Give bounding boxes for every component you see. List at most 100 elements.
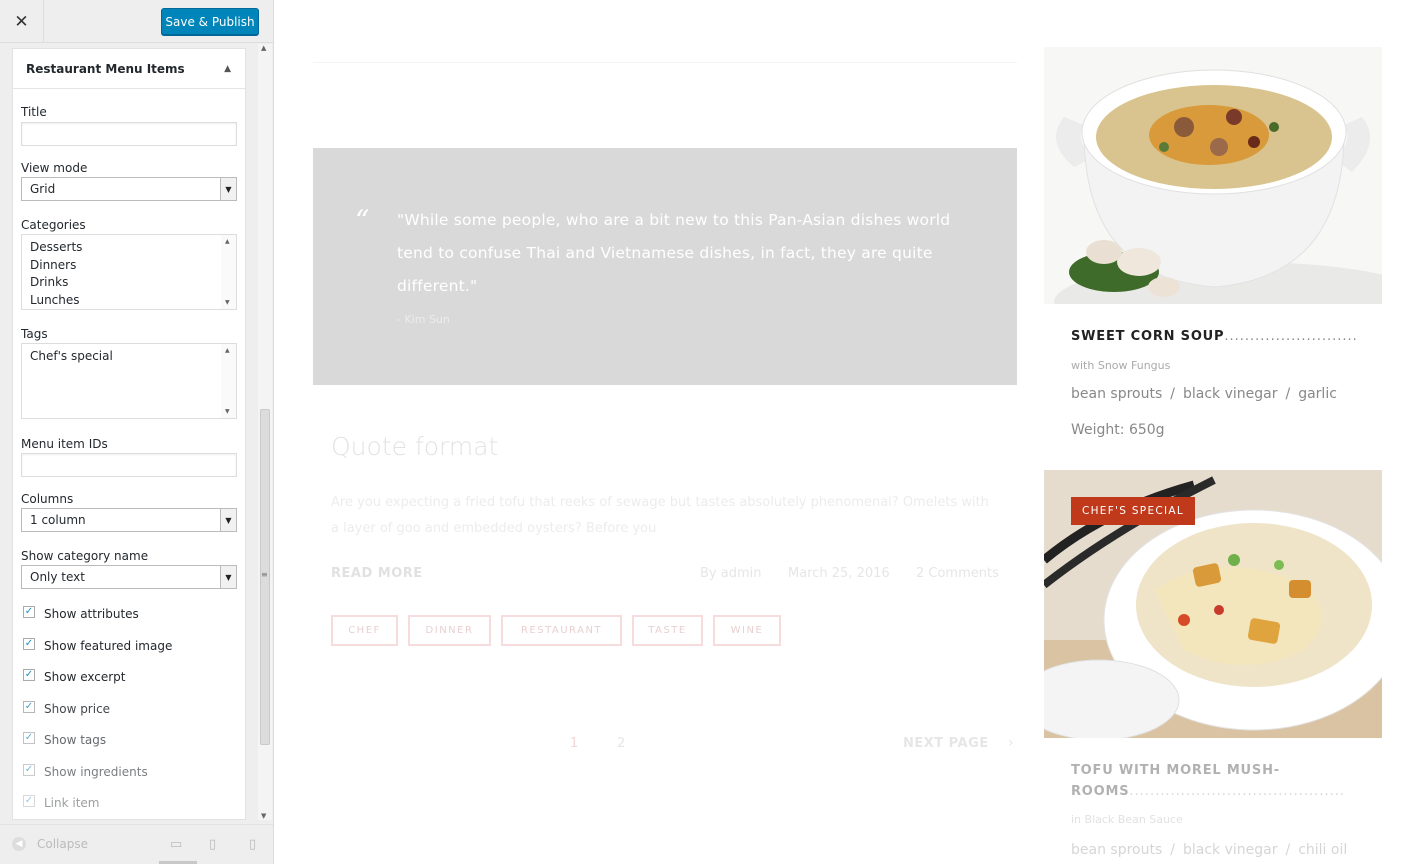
- categories-label: Categories: [21, 218, 86, 232]
- separator: /: [1285, 386, 1291, 402]
- chevron-down-icon[interactable]: ▼: [220, 509, 236, 531]
- customizer-sidebar: ✕ Save & Publish Restaurant Menu Items ▲…: [0, 0, 274, 864]
- customizer-header: ✕ Save & Publish: [0, 0, 273, 43]
- separator: /: [1285, 842, 1291, 858]
- menu-item-name[interactable]: TOFU WITH MOREL MUSH- ROOMS..............…: [1071, 760, 1344, 802]
- collapse-label: Collapse: [37, 837, 88, 851]
- post-author[interactable]: By admin: [700, 566, 761, 581]
- checkmark-icon[interactable]: ✓: [23, 701, 35, 713]
- checkmark-icon[interactable]: ✓: [23, 795, 35, 807]
- scroll-down-icon[interactable]: ▼: [261, 812, 266, 820]
- checkmark-icon[interactable]: ✓: [23, 638, 35, 650]
- checkmark-icon[interactable]: ✓: [23, 732, 35, 744]
- chevron-down-icon[interactable]: ▼: [220, 178, 236, 200]
- page-1-link[interactable]: 1: [570, 736, 578, 751]
- next-page-link[interactable]: NEXT PAGE: [903, 736, 989, 751]
- menu-item-ids-input[interactable]: [21, 453, 237, 477]
- widget-panel: Restaurant Menu Items ▲ Title View mode …: [12, 48, 246, 820]
- checkbox-label: Show excerpt: [44, 670, 126, 684]
- separator: /: [1170, 842, 1175, 858]
- chevron-down-icon[interactable]: ▼: [220, 566, 236, 588]
- show-tags-checkbox[interactable]: ✓ Show tags: [23, 732, 107, 747]
- tag-wine[interactable]: WINE: [713, 615, 781, 646]
- view-mode-select[interactable]: Grid ▼: [21, 177, 237, 201]
- scroll-up-icon[interactable]: ▲: [261, 44, 266, 52]
- menu-item-title-line1[interactable]: TOFU WITH MOREL MUSH-: [1071, 763, 1280, 778]
- categories-listbox[interactable]: Desserts Dinners Drinks Lunches ▲ ▼: [21, 234, 237, 310]
- tags-scrollbar[interactable]: ▲ ▼: [221, 344, 236, 418]
- collapse-button[interactable]: ◀ Collapse: [12, 837, 88, 851]
- show-ingredients-checkbox[interactable]: ✓ Show ingredients: [23, 764, 148, 779]
- desktop-icon[interactable]: ▭: [170, 837, 182, 852]
- post-excerpt: Are you expecting a fried tofu that reek…: [331, 495, 989, 536]
- show-price-checkbox[interactable]: ✓ Show price: [23, 701, 110, 716]
- menu-item-title-line2[interactable]: ROOMS: [1071, 784, 1129, 799]
- menu-item-subtitle: in Black Bean Sauce: [1071, 813, 1183, 826]
- title-label: Title: [21, 105, 47, 119]
- dot-leader: ..........................: [1224, 329, 1358, 344]
- tag-option[interactable]: Chef's special: [30, 348, 236, 366]
- chevron-right-icon[interactable]: ›: [1008, 735, 1014, 751]
- tags-listbox[interactable]: Chef's special ▲ ▼: [21, 343, 237, 419]
- ingredient: black vinegar: [1182, 842, 1278, 858]
- show-category-select[interactable]: Only text ▼: [21, 565, 237, 589]
- ingredient: chili oil: [1298, 842, 1348, 858]
- checkmark-icon[interactable]: ✓: [23, 669, 35, 681]
- checkbox-label: Link item: [44, 796, 100, 810]
- post-comments[interactable]: 2 Comments: [916, 566, 999, 581]
- close-button[interactable]: ✕: [0, 0, 44, 43]
- view-mode-value: Grid: [30, 182, 56, 196]
- show-attributes-checkbox[interactable]: ✓ Show attributes: [23, 606, 139, 621]
- tag-dinner[interactable]: DINNER: [408, 615, 491, 646]
- menu-item-title[interactable]: SWEET CORN SOUP: [1071, 329, 1224, 344]
- post-title[interactable]: Quote format: [331, 432, 498, 461]
- widget-header[interactable]: Restaurant Menu Items ▲: [13, 49, 245, 89]
- ingredient: garlic: [1298, 386, 1337, 402]
- tag-taste[interactable]: TASTE: [632, 615, 703, 646]
- menu-item-ingredients: bean sprouts / black vinegar / chili oil: [1071, 842, 1347, 858]
- checkbox-label: Show featured image: [44, 639, 173, 653]
- ingredient: black vinegar: [1182, 386, 1278, 402]
- quote-text: "While some people, who are a bit new to…: [397, 211, 951, 295]
- checkmark-icon[interactable]: ✓: [23, 606, 35, 618]
- tags-label: Tags: [21, 327, 48, 341]
- menu-item-ids-label: Menu item IDs: [21, 437, 108, 451]
- tablet-icon[interactable]: ▯: [209, 837, 216, 852]
- collapse-up-icon[interactable]: ▲: [224, 64, 231, 74]
- category-option[interactable]: Lunches: [30, 292, 236, 310]
- sidebar-scrollbar[interactable]: ▲ ≡ ▼: [258, 44, 272, 820]
- tag-restaurant[interactable]: RESTAURANT: [501, 615, 622, 646]
- divider: [313, 62, 1017, 63]
- show-featured-image-checkbox[interactable]: ✓ Show featured image: [23, 638, 173, 653]
- link-item-checkbox[interactable]: ✓ Link item: [23, 795, 100, 810]
- checkbox-label: Show tags: [44, 733, 107, 747]
- categories-scrollbar[interactable]: ▲ ▼: [221, 235, 236, 309]
- columns-label: Columns: [21, 492, 74, 506]
- ingredient: bean sprouts: [1071, 842, 1163, 858]
- category-option[interactable]: Dinners: [30, 257, 236, 275]
- save-publish-button[interactable]: Save & Publish: [161, 8, 259, 35]
- view-mode-label: View mode: [21, 161, 88, 175]
- checkbox-label: Show ingredients: [44, 765, 148, 779]
- show-excerpt-checkbox[interactable]: ✓ Show excerpt: [23, 669, 126, 684]
- separator: /: [1170, 386, 1175, 402]
- tag-chef[interactable]: CHEF: [331, 615, 398, 646]
- checkmark-icon[interactable]: ✓: [23, 764, 35, 776]
- post-date[interactable]: March 25, 2016: [788, 566, 890, 581]
- title-input[interactable]: [21, 122, 237, 146]
- grip-icon: ≡: [261, 570, 268, 579]
- customizer-footer: ◀ Collapse ▭ ▯ ▯: [0, 824, 273, 864]
- read-more-link[interactable]: READ MORE: [331, 566, 423, 581]
- dot-leader: ........................................…: [1129, 784, 1345, 799]
- menu-item-subtitle: with Snow Fungus: [1071, 359, 1171, 372]
- columns-value: 1 column: [30, 513, 86, 527]
- category-option[interactable]: Drinks: [30, 274, 236, 292]
- widget-title: Restaurant Menu Items: [26, 61, 185, 76]
- menu-item-name[interactable]: SWEET CORN SOUP.........................…: [1071, 326, 1358, 347]
- category-option[interactable]: Desserts: [30, 239, 236, 257]
- columns-select[interactable]: 1 column ▼: [21, 508, 237, 532]
- mobile-icon[interactable]: ▯: [249, 837, 256, 852]
- quote-author: - Kim Sun: [397, 313, 450, 326]
- sweet-corn-soup-image[interactable]: [1044, 47, 1382, 304]
- page-2-link[interactable]: 2: [617, 736, 625, 751]
